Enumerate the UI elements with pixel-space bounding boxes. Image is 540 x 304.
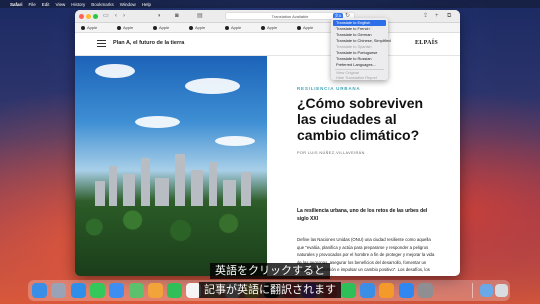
section-title[interactable]: Plan A, el futuro de la tierra xyxy=(113,40,184,46)
favorite-favicon-icon xyxy=(297,25,301,30)
city-skyline-photo xyxy=(75,56,267,276)
browser-toolbar: ▭ ‹ › ◑ ◙ ▤ Translation Available 文A ↻ ⇪… xyxy=(75,10,460,23)
subtitle-line-2-wrap: 記事が英語に翻訳されます xyxy=(0,278,540,298)
article-header: RESILIENCIA URBANA ¿Cómo sobreviven las … xyxy=(297,86,442,155)
menu-hide-translation-report: Hide Translation Report xyxy=(336,75,377,80)
menu-file[interactable]: File xyxy=(29,2,36,7)
favorite-item[interactable]: Apple xyxy=(153,24,169,31)
menu-history[interactable]: History xyxy=(71,2,85,7)
hamburger-menu-icon[interactable] xyxy=(97,40,106,47)
menu-bookmarks[interactable]: Bookmarks xyxy=(91,2,114,7)
article-headline: ¿Cómo sobreviven las ciudades al cambio … xyxy=(297,95,424,143)
site-logo[interactable]: ELPAÍS xyxy=(415,40,438,46)
close-window-button[interactable] xyxy=(79,14,84,19)
tab-overview-icon[interactable]: ⧉ xyxy=(447,12,451,20)
favorite-favicon-icon xyxy=(81,25,85,30)
cloud-shape xyxy=(95,64,135,78)
share-icon[interactable]: ⇪ xyxy=(423,12,428,20)
zoom-window-button[interactable] xyxy=(93,14,98,19)
minimize-window-button[interactable] xyxy=(86,14,91,19)
favorite-favicon-icon xyxy=(153,25,157,30)
favorite-favicon-icon xyxy=(261,25,265,30)
subtitle-line-1-wrap: 英語をクリックすると xyxy=(0,259,540,279)
cloud-shape xyxy=(135,116,180,128)
favorite-item[interactable]: Apple xyxy=(81,24,97,31)
favorite-item[interactable]: Apple xyxy=(297,24,313,31)
favorites-bar: Apple Apple Apple Apple Apple Apple Appl… xyxy=(75,23,460,33)
menu-app-name[interactable]: Safari xyxy=(10,2,23,7)
menu-view[interactable]: View xyxy=(56,2,66,7)
favorite-item[interactable]: Apple xyxy=(261,24,277,31)
menu-bar: Safari File Edit View History Bookmarks … xyxy=(0,0,540,8)
favorite-favicon-icon xyxy=(189,25,193,30)
favorite-favicon-icon xyxy=(117,25,121,30)
favorite-item[interactable]: Apple xyxy=(189,24,205,31)
article-lead: La resiliencia urbana, uno de los retos … xyxy=(297,208,428,222)
menu-edit[interactable]: Edit xyxy=(42,2,50,7)
article-byline: POR LUIS NÚÑEZ-VILLAVEIRÁN xyxy=(297,151,365,155)
article-kicker[interactable]: RESILIENCIA URBANA xyxy=(297,86,442,91)
favorite-item[interactable]: Apple xyxy=(117,24,133,31)
favorite-favicon-icon xyxy=(225,25,229,30)
cloud-shape xyxy=(215,136,255,146)
menu-help[interactable]: Help xyxy=(142,2,151,7)
subtitle-line-1: 英語をクリックすると xyxy=(210,263,330,279)
translate-menu: Translate to English Translate to French… xyxy=(331,18,391,80)
safari-window: ▭ ‹ › ◑ ◙ ▤ Translation Available 文A ↻ ⇪… xyxy=(75,10,460,276)
privacy-icon[interactable]: ◑ xyxy=(157,12,161,20)
sidebar-icon[interactable]: ▭ xyxy=(103,12,109,20)
cloud-shape xyxy=(185,78,240,94)
back-icon[interactable]: ‹ xyxy=(115,12,117,20)
favorite-item[interactable]: Apple xyxy=(225,24,241,31)
new-tab-icon[interactable]: + xyxy=(435,12,439,20)
tab-favicon-icon[interactable]: ◙ xyxy=(175,12,179,20)
reader-icon[interactable]: ▤ xyxy=(197,12,203,20)
menu-preferred-languages[interactable]: Preferred Languages… xyxy=(333,62,386,68)
forward-icon[interactable]: › xyxy=(123,12,125,20)
menu-window[interactable]: Window xyxy=(120,2,136,7)
subtitle-line-2: 記事が英語に翻訳されます xyxy=(199,282,341,298)
site-header: Plan A, el futuro de la tierra ELPAÍS xyxy=(75,33,460,56)
